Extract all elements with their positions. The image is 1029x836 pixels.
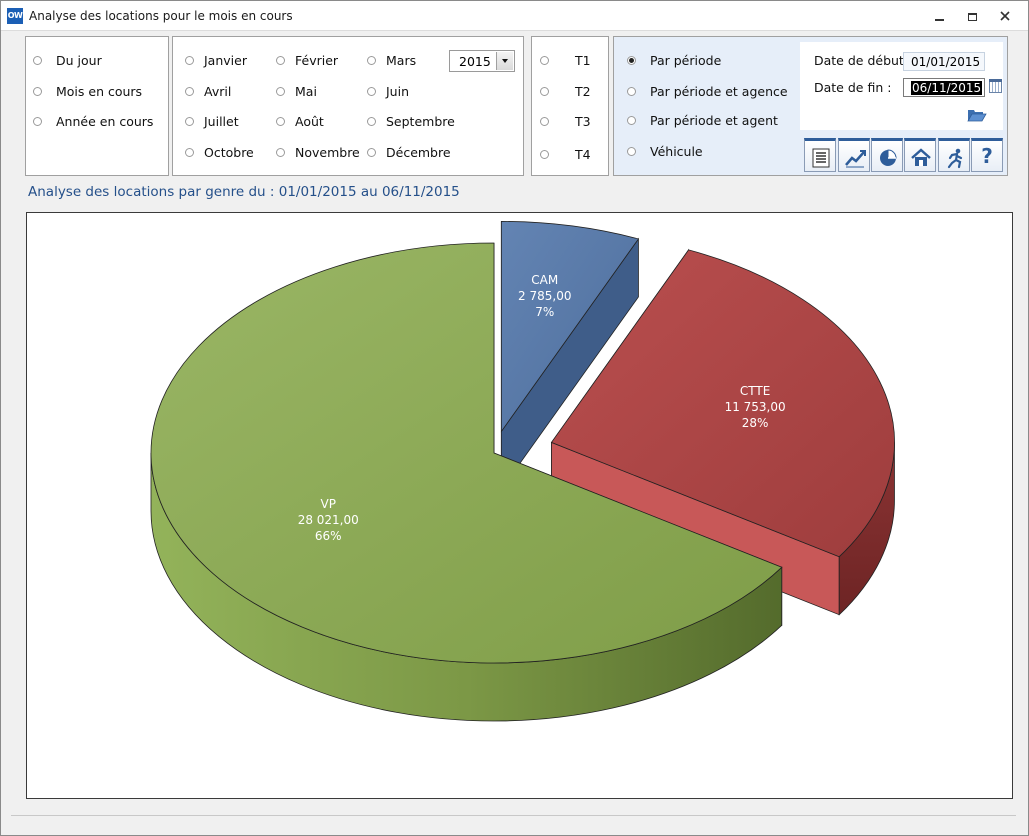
end-date-label: Date de fin :	[814, 80, 892, 95]
line-chart-button[interactable]	[838, 138, 870, 172]
year-select[interactable]: 2015	[449, 50, 515, 72]
radio-button[interactable]	[185, 147, 194, 157]
quarter-option-t2[interactable]: T2	[540, 82, 591, 100]
ctte-slice-label: CTTE	[740, 384, 770, 398]
radio-button[interactable]	[276, 116, 285, 126]
radio-button[interactable]	[367, 116, 376, 126]
title-bar: OW Analyse des locations pour le mois en…	[1, 1, 1028, 31]
month-option[interactable]: Octobre	[185, 143, 254, 161]
radio-button[interactable]	[540, 116, 549, 126]
analysis-option-par-periode-agent[interactable]: Par période et agent	[627, 111, 778, 129]
chevron-down-icon[interactable]	[496, 52, 513, 70]
range-option-mois-en-cours[interactable]: Mois en cours	[33, 82, 142, 100]
radio-button[interactable]	[185, 116, 194, 126]
pie-chart-icon	[880, 149, 897, 166]
pie-chart-button[interactable]	[871, 138, 903, 172]
exit-icon	[947, 148, 963, 169]
radio-button[interactable]	[185, 86, 194, 96]
start-date-field[interactable]: 01/01/2015	[903, 52, 985, 71]
analysis-option-par-periode-agence[interactable]: Par période et agence	[627, 82, 788, 100]
month-option[interactable]: Décembre	[367, 143, 451, 161]
radio-button[interactable]	[367, 147, 376, 157]
radio-button[interactable]	[276, 86, 285, 96]
radio-button[interactable]	[367, 55, 376, 65]
app-window: OW Analyse des locations pour le mois en…	[0, 0, 1029, 836]
radio-button[interactable]	[627, 146, 636, 156]
radio-button[interactable]	[367, 86, 376, 96]
year-select-value: 2015	[459, 54, 491, 69]
radio-button[interactable]	[276, 147, 285, 157]
quarter-option-t3[interactable]: T3	[540, 112, 591, 130]
close-icon	[1000, 11, 1010, 21]
analysis-option-par-periode[interactable]: Par période	[627, 51, 721, 69]
chart-caption: Analyse des locations par genre du : 01/…	[28, 184, 460, 200]
radio-button[interactable]	[627, 86, 636, 96]
line-chart-icon	[845, 150, 866, 168]
home-icon	[911, 148, 931, 166]
start-date-label: Date de début	[814, 53, 904, 68]
report-icon	[812, 148, 830, 168]
cam-slice-percent: 7%	[535, 305, 554, 319]
radio-button[interactable]	[33, 86, 42, 96]
exit-button[interactable]	[938, 138, 970, 172]
cam-slice-label: CAM	[531, 273, 558, 287]
quarter-option-t1[interactable]: T1	[540, 51, 591, 69]
radio-button[interactable]	[185, 55, 194, 65]
month-option[interactable]: Juillet	[185, 112, 239, 130]
month-option[interactable]: Juin	[367, 82, 409, 100]
pie-chart: CAM 2 785,00 7% CTTE 11 753,00 28% VP 28 021,00…	[150, 221, 895, 722]
help-button[interactable]: ?	[971, 138, 1003, 172]
analysis-option-vehicule[interactable]: Véhicule	[627, 142, 703, 160]
radio-button[interactable]	[627, 55, 636, 65]
range-option-annee-en-cours[interactable]: Année en cours	[33, 112, 153, 130]
status-bar	[11, 815, 1016, 819]
radio-button[interactable]	[540, 86, 549, 96]
month-option[interactable]: Avril	[185, 82, 231, 100]
close-button[interactable]	[991, 6, 1019, 26]
radio-button[interactable]	[276, 55, 285, 65]
pie-chart-frame: CAM 2 785,00 7% CTTE 11 753,00 28% VP 28 021,00…	[26, 212, 1013, 799]
quarter-option-t4[interactable]: T4	[540, 145, 591, 163]
month-option[interactable]: Septembre	[367, 112, 455, 130]
app-logo-icon: OW	[7, 8, 23, 24]
folder-open-icon[interactable]	[967, 108, 987, 122]
radio-button[interactable]	[33, 116, 42, 126]
ctte-slice-percent: 28%	[742, 416, 769, 430]
report-button[interactable]	[804, 138, 836, 172]
minimize-button[interactable]	[925, 6, 953, 26]
window-title: Analyse des locations pour le mois en co…	[29, 9, 293, 23]
month-option[interactable]: Mars	[367, 51, 416, 69]
month-option[interactable]: Janvier	[185, 51, 247, 69]
month-option[interactable]: Août	[276, 112, 324, 130]
end-date-field[interactable]: 06/11/2015	[903, 78, 985, 97]
maximize-button[interactable]	[958, 6, 986, 26]
vp-slice-value: 28 021,00	[298, 513, 359, 527]
cam-slice-value: 2 785,00	[518, 289, 571, 303]
radio-button[interactable]	[540, 149, 549, 159]
ctte-slice-value: 11 753,00	[725, 400, 786, 414]
range-option-du-jour[interactable]: Du jour	[33, 51, 102, 69]
maximize-icon	[967, 12, 977, 21]
minimize-icon	[934, 18, 944, 21]
home-button[interactable]	[904, 138, 936, 172]
month-option[interactable]: Mai	[276, 82, 317, 100]
radio-button[interactable]	[540, 55, 549, 65]
month-option[interactable]: Février	[276, 51, 338, 69]
help-icon: ?	[981, 144, 993, 168]
vp-slice-percent: 66%	[315, 529, 342, 543]
radio-button[interactable]	[33, 55, 42, 65]
calendar-icon[interactable]	[989, 79, 1002, 93]
radio-button[interactable]	[627, 115, 636, 125]
vp-slice-label: VP	[321, 497, 336, 511]
month-option[interactable]: Novembre	[276, 143, 360, 161]
